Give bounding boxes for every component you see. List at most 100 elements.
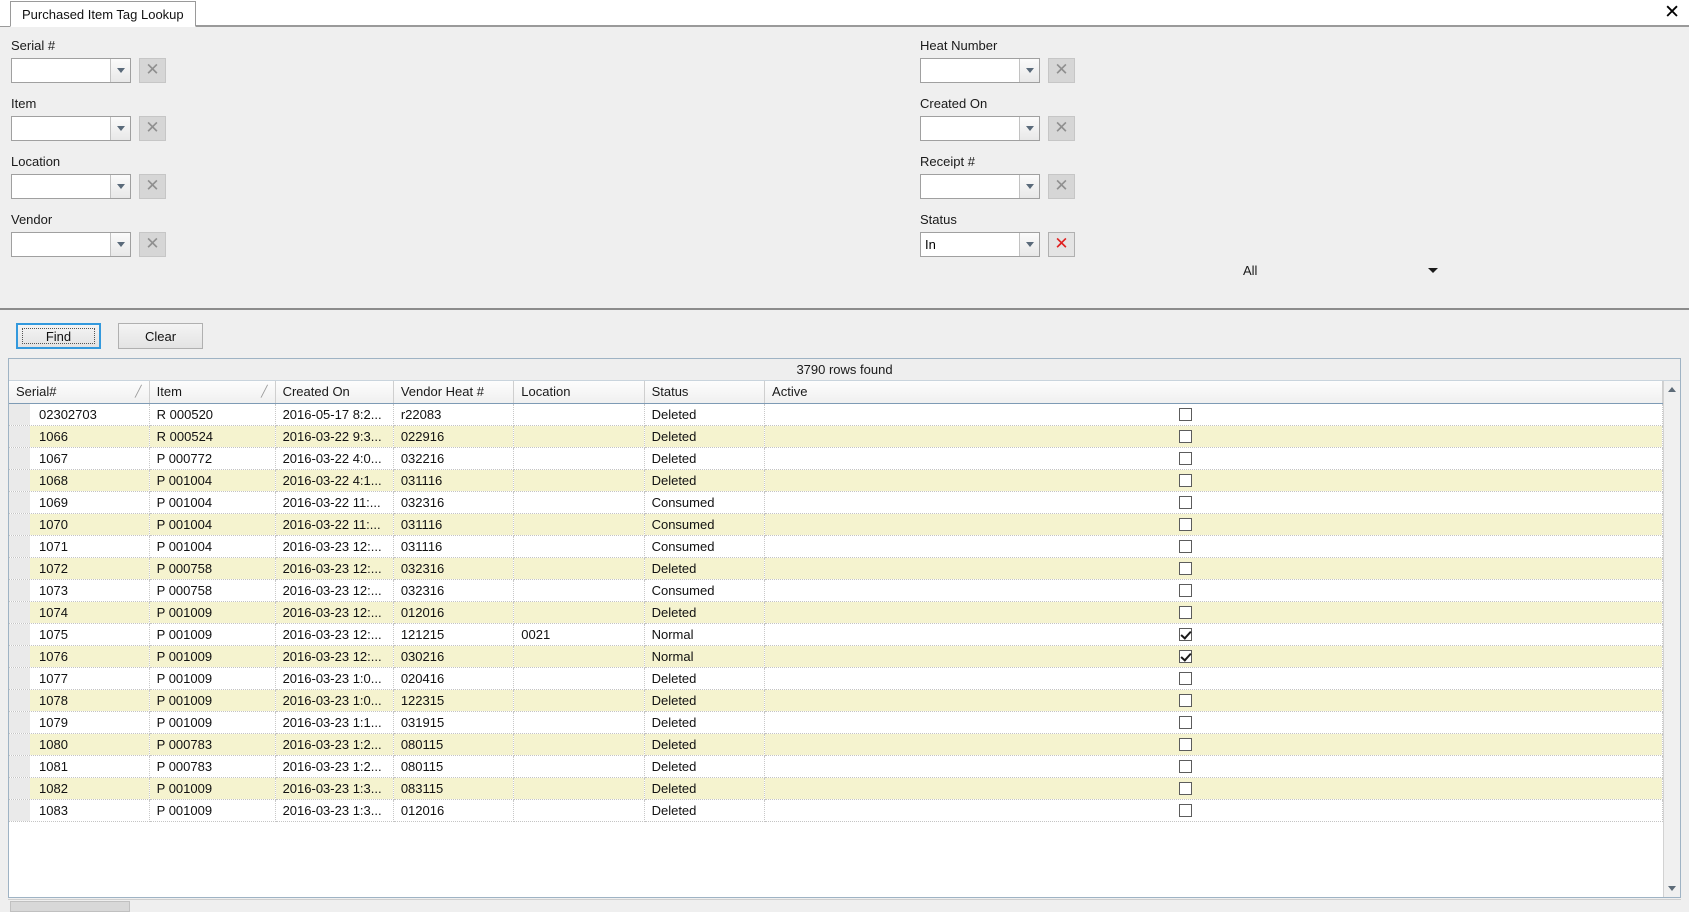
filter-created-on-combo[interactable]: [920, 116, 1040, 141]
clear-receipt-button[interactable]: ✕: [1048, 174, 1075, 199]
filter-status-combo[interactable]: In: [920, 232, 1040, 257]
table-row[interactable]: 02302703 R 000520 2016-05-17 8:2... r22083 D…: [9, 403, 1663, 426]
filter-vendor-combo[interactable]: [11, 232, 131, 257]
checkbox-checked-icon[interactable]: [1179, 627, 1193, 641]
vertical-scrollbar[interactable]: [1663, 381, 1680, 897]
chevron-down-icon[interactable]: [1019, 233, 1039, 256]
column-header-heat[interactable]: Vendor Heat #: [393, 381, 515, 404]
filter-status-value: In: [925, 237, 936, 252]
table-row[interactable]: 1078 P 001009 2016-03-23 1:0... 122315 Delet…: [9, 689, 1663, 712]
cell-item: R 000524: [149, 425, 276, 448]
clear-button[interactable]: Clear: [118, 323, 203, 349]
table-row[interactable]: 1073 P 000758 2016-03-23 12:... 032316 Consu…: [9, 579, 1663, 602]
checkbox-unchecked-icon[interactable]: [1179, 407, 1193, 421]
filter-item-label: Item: [11, 96, 37, 111]
table-row[interactable]: 1081 P 000783 2016-03-23 1:2... 080115 Delet…: [9, 755, 1663, 778]
table-row[interactable]: 1074 P 001009 2016-03-23 12:... 012016 Delet…: [9, 601, 1663, 624]
cell-location: [513, 799, 645, 822]
table-row[interactable]: 1075 P 001009 2016-03-23 12:... 121215 0021 N…: [9, 623, 1663, 646]
checkbox-unchecked-icon[interactable]: [1179, 715, 1193, 729]
column-header-serial[interactable]: Serial# ╱: [9, 381, 150, 404]
cell-active: [764, 535, 1663, 558]
cell-active: [764, 777, 1663, 800]
table-row[interactable]: 1080 P 000783 2016-03-23 1:2... 080115 Delet…: [9, 733, 1663, 756]
clear-serial-button[interactable]: ✕: [139, 58, 166, 83]
checkbox-unchecked-icon[interactable]: [1179, 539, 1193, 553]
table-row[interactable]: 1066 R 000524 2016-03-22 9:3... 022916 Delet…: [9, 425, 1663, 448]
cell-serial: 1079: [9, 711, 150, 734]
checkbox-unchecked-icon[interactable]: [1179, 583, 1193, 597]
table-row[interactable]: 1072 P 000758 2016-03-23 12:... 032316 Delet…: [9, 557, 1663, 580]
table-row[interactable]: 1079 P 001009 2016-03-23 1:1... 031915 Delet…: [9, 711, 1663, 734]
scrollbar-track[interactable]: [1664, 398, 1680, 880]
chevron-down-icon[interactable]: [1019, 117, 1039, 140]
table-row[interactable]: 1070 P 001004 2016-03-22 11:... 031116 Consu…: [9, 513, 1663, 536]
clear-location-button[interactable]: ✕: [139, 174, 166, 199]
chevron-down-icon[interactable]: [1019, 59, 1039, 82]
checkbox-unchecked-icon[interactable]: [1179, 671, 1193, 685]
table-row[interactable]: 1071 P 001004 2016-03-23 12:... 031116 Consu…: [9, 535, 1663, 558]
checkbox-unchecked-icon[interactable]: [1179, 693, 1193, 707]
filter-receipt-combo[interactable]: [920, 174, 1040, 199]
cell-status: Deleted: [644, 425, 766, 448]
cell-active: [764, 645, 1663, 668]
clear-heat-number-button[interactable]: ✕: [1048, 58, 1075, 83]
filter-serial-combo[interactable]: [11, 58, 131, 83]
table-row[interactable]: 1076 P 001009 2016-03-23 12:... 030216 Norma…: [9, 645, 1663, 668]
sort-indicator-icon[interactable]: ╱: [261, 385, 268, 398]
tab-purchased-item-tag-lookup[interactable]: Purchased Item Tag Lookup: [10, 1, 196, 27]
find-button[interactable]: Find: [16, 323, 101, 349]
checkbox-unchecked-icon[interactable]: [1179, 495, 1193, 509]
checkbox-checked-icon[interactable]: [1179, 649, 1193, 663]
checkbox-unchecked-icon[interactable]: [1179, 781, 1193, 795]
cell-status: Deleted: [644, 447, 766, 470]
clear-status-button[interactable]: ✕: [1048, 232, 1075, 257]
chevron-down-icon[interactable]: [110, 175, 130, 198]
filter-heat-number-combo[interactable]: [920, 58, 1040, 83]
table-row[interactable]: 1083 P 001009 2016-03-23 1:3... 012016 Delet…: [9, 799, 1663, 822]
column-header-created[interactable]: Created On: [275, 381, 394, 404]
chevron-down-icon[interactable]: [1019, 175, 1039, 198]
table-row[interactable]: 1067 P 000772 2016-03-22 4:0... 032216 Delet…: [9, 447, 1663, 470]
column-header-item[interactable]: Item ╱: [149, 381, 276, 404]
table-row[interactable]: 1077 P 001009 2016-03-23 1:0... 020416 Delet…: [9, 667, 1663, 690]
checkbox-unchecked-icon[interactable]: [1179, 737, 1193, 751]
clear-created-on-button[interactable]: ✕: [1048, 116, 1075, 141]
checkbox-unchecked-icon[interactable]: [1179, 759, 1193, 773]
scroll-up-icon[interactable]: [1664, 381, 1680, 398]
horizontal-scrollbar-thumb[interactable]: [10, 901, 130, 912]
filter-location-combo[interactable]: [11, 174, 131, 199]
checkbox-unchecked-icon[interactable]: [1179, 561, 1193, 575]
cell-status: Deleted: [644, 711, 766, 734]
column-header-location[interactable]: Location: [513, 381, 645, 404]
chevron-down-icon[interactable]: [110, 59, 130, 82]
clear-item-button[interactable]: ✕: [139, 116, 166, 141]
checkbox-unchecked-icon[interactable]: [1179, 473, 1193, 487]
cell-active: [764, 623, 1663, 646]
checkbox-unchecked-icon[interactable]: [1179, 451, 1193, 465]
close-icon[interactable]: ✕: [1664, 3, 1680, 22]
horizontal-scrollbar[interactable]: [8, 899, 1681, 912]
chevron-down-icon[interactable]: [110, 233, 130, 256]
checkbox-unchecked-icon[interactable]: [1179, 803, 1193, 817]
close-icon: ✕: [145, 176, 160, 196]
cell-item: P 001009: [149, 799, 276, 822]
checkbox-unchecked-icon[interactable]: [1179, 517, 1193, 531]
column-header-status[interactable]: Status: [644, 381, 766, 404]
sort-indicator-icon[interactable]: ╱: [135, 385, 142, 398]
results-table: Serial# ╱ Item ╱ Created On Vendor Heat # Loca…: [9, 381, 1663, 822]
table-row[interactable]: 1082 P 001009 2016-03-23 1:3... 083115 Delet…: [9, 777, 1663, 800]
scope-dropdown[interactable]: All: [1228, 258, 1444, 282]
clear-vendor-button[interactable]: ✕: [139, 232, 166, 257]
filter-location: Location ✕: [11, 154, 166, 199]
scroll-down-icon[interactable]: [1664, 880, 1680, 897]
filter-item-combo[interactable]: [11, 116, 131, 141]
table-row[interactable]: 1069 P 001004 2016-03-22 11:... 032316 Consu…: [9, 491, 1663, 514]
column-header-active[interactable]: Active: [764, 381, 1663, 404]
filter-panel: Serial # ✕ Item ✕ Location ✕ Vendor ✕ He…: [0, 27, 1689, 310]
grid-body: Serial# ╱ Item ╱ Created On Vendor Heat # Loca…: [9, 381, 1680, 897]
chevron-down-icon[interactable]: [110, 117, 130, 140]
checkbox-unchecked-icon[interactable]: [1179, 605, 1193, 619]
checkbox-unchecked-icon[interactable]: [1179, 429, 1193, 443]
table-row[interactable]: 1068 P 001004 2016-03-22 4:1... 031116 Delet…: [9, 469, 1663, 492]
